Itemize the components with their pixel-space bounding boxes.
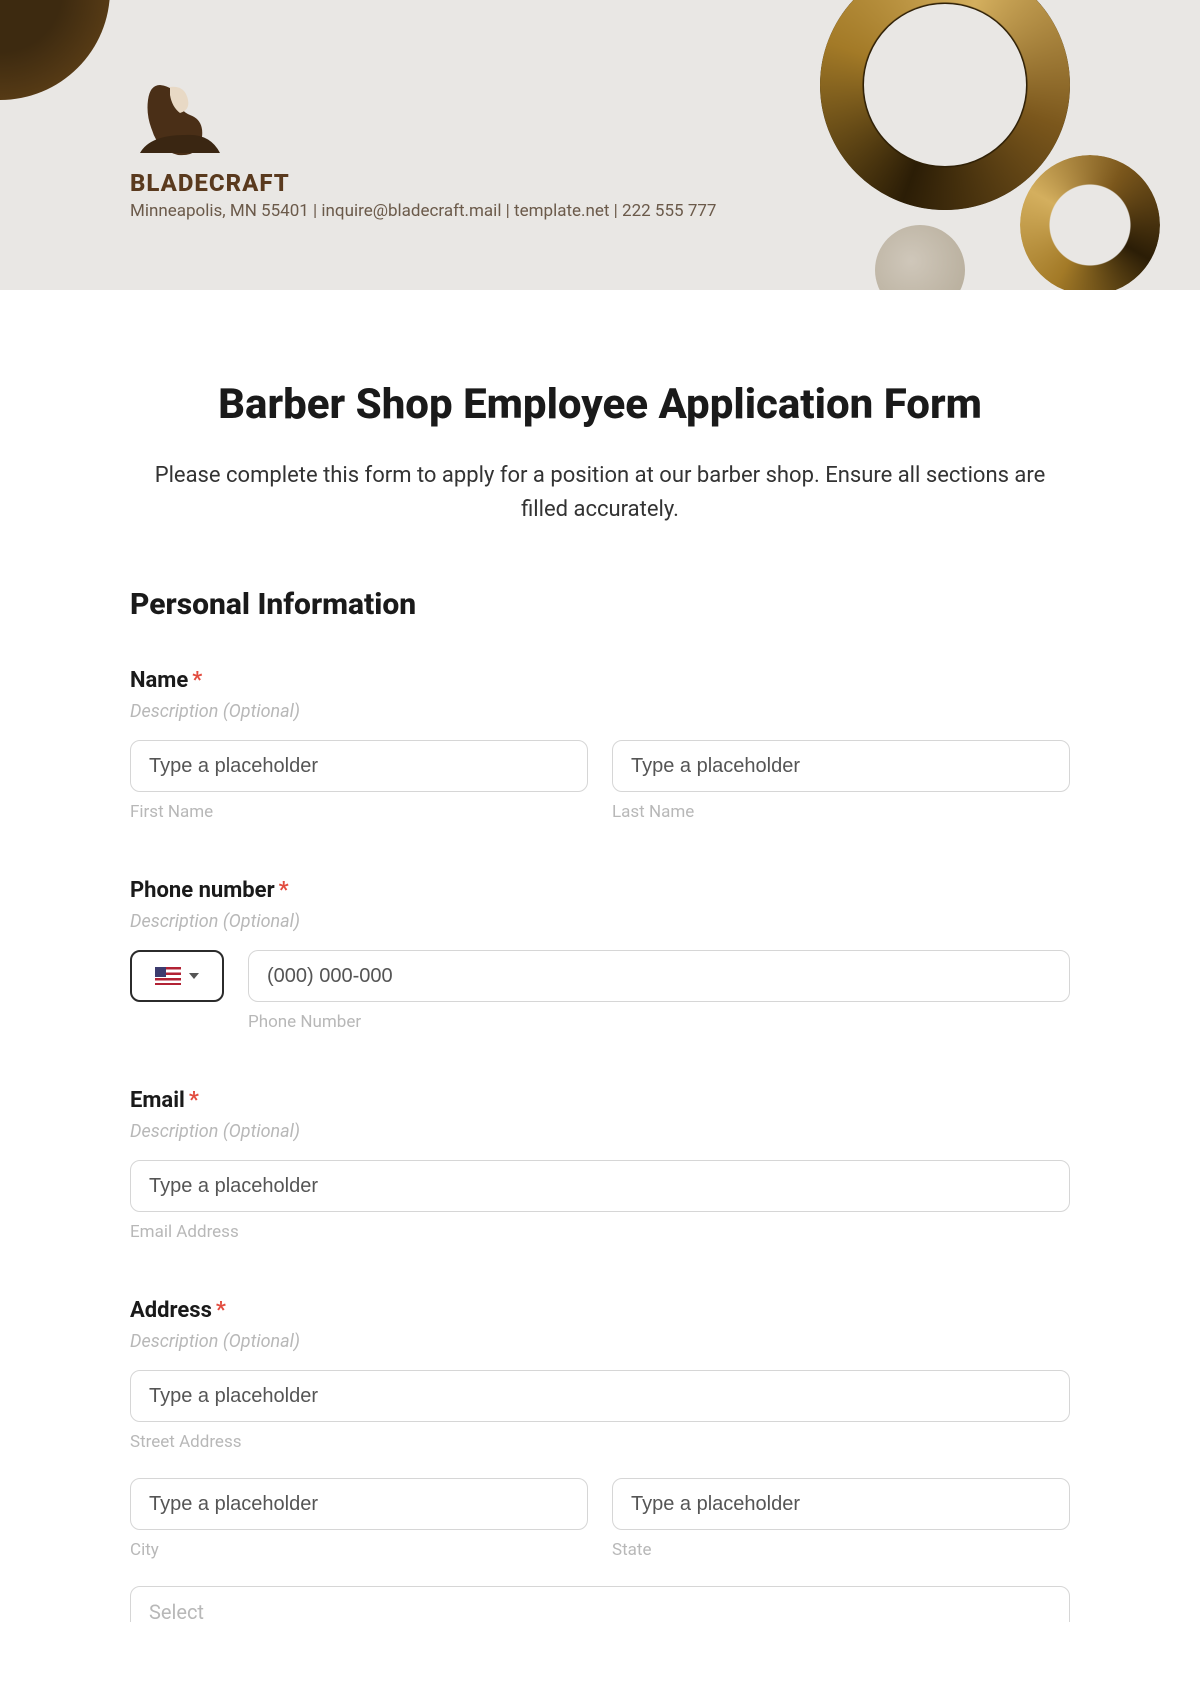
email-description: Description (Optional)	[130, 1121, 1070, 1142]
brand-block: BLADECRAFT Minneapolis, MN 55401 | inqui…	[130, 75, 716, 221]
chevron-down-icon	[189, 973, 199, 979]
brand-contact-line: Minneapolis, MN 55401 | inquire@bladecra…	[130, 201, 716, 221]
decor-ring-small	[1020, 155, 1160, 290]
header-banner: BLADECRAFT Minneapolis, MN 55401 | inqui…	[0, 0, 1200, 290]
state-sublabel: State	[612, 1540, 1070, 1560]
address-label-text: Address	[130, 1298, 212, 1323]
required-asterisk: *	[192, 668, 202, 693]
decor-dot	[875, 225, 965, 290]
name-label-text: Name	[130, 668, 188, 693]
phone-sublabel: Phone Number	[248, 1012, 1070, 1032]
required-asterisk: *	[189, 1088, 199, 1113]
email-label-text: Email	[130, 1088, 185, 1113]
brand-name: BLADECRAFT	[130, 169, 716, 197]
street-input[interactable]	[130, 1370, 1070, 1422]
country-code-select[interactable]	[130, 950, 224, 1002]
phone-input[interactable]	[248, 950, 1070, 1002]
state-input[interactable]	[612, 1478, 1070, 1530]
name-description: Description (Optional)	[130, 701, 1070, 722]
last-name-sublabel: Last Name	[612, 802, 1070, 822]
page-title: Barber Shop Employee Application Form	[130, 380, 1070, 429]
form-content: Barber Shop Employee Application Form Pl…	[0, 290, 1200, 1688]
street-sublabel: Street Address	[130, 1432, 1070, 1452]
us-flag-icon	[155, 967, 181, 985]
phone-description: Description (Optional)	[130, 911, 1070, 932]
first-name-sublabel: First Name	[130, 802, 588, 822]
email-input[interactable]	[130, 1160, 1070, 1212]
city-sublabel: City	[130, 1540, 588, 1560]
email-sublabel: Email Address	[130, 1222, 1070, 1242]
decor-ring-large	[820, 0, 1070, 210]
select-placeholder-text: Select	[149, 1600, 204, 1622]
brand-logo-icon	[130, 75, 230, 165]
field-email: Email* Description (Optional) Email Addr…	[130, 1088, 1070, 1242]
intro-text: Please complete this form to apply for a…	[130, 459, 1070, 527]
required-asterisk: *	[279, 878, 289, 903]
city-input[interactable]	[130, 1478, 588, 1530]
phone-label: Phone number*	[130, 878, 1070, 903]
email-label: Email*	[130, 1088, 1070, 1113]
address-select[interactable]: Select	[130, 1586, 1070, 1622]
name-label: Name*	[130, 668, 1070, 693]
decor-corner	[0, 0, 110, 100]
field-address: Address* Description (Optional) Street A…	[130, 1298, 1070, 1622]
field-phone: Phone number* Description (Optional) Pho…	[130, 878, 1070, 1032]
field-name: Name* Description (Optional) First Name …	[130, 668, 1070, 822]
address-description: Description (Optional)	[130, 1331, 1070, 1352]
last-name-input[interactable]	[612, 740, 1070, 792]
phone-label-text: Phone number	[130, 878, 275, 903]
required-asterisk: *	[216, 1298, 226, 1323]
address-label: Address*	[130, 1298, 1070, 1323]
section-personal-heading: Personal Information	[130, 587, 1070, 622]
first-name-input[interactable]	[130, 740, 588, 792]
